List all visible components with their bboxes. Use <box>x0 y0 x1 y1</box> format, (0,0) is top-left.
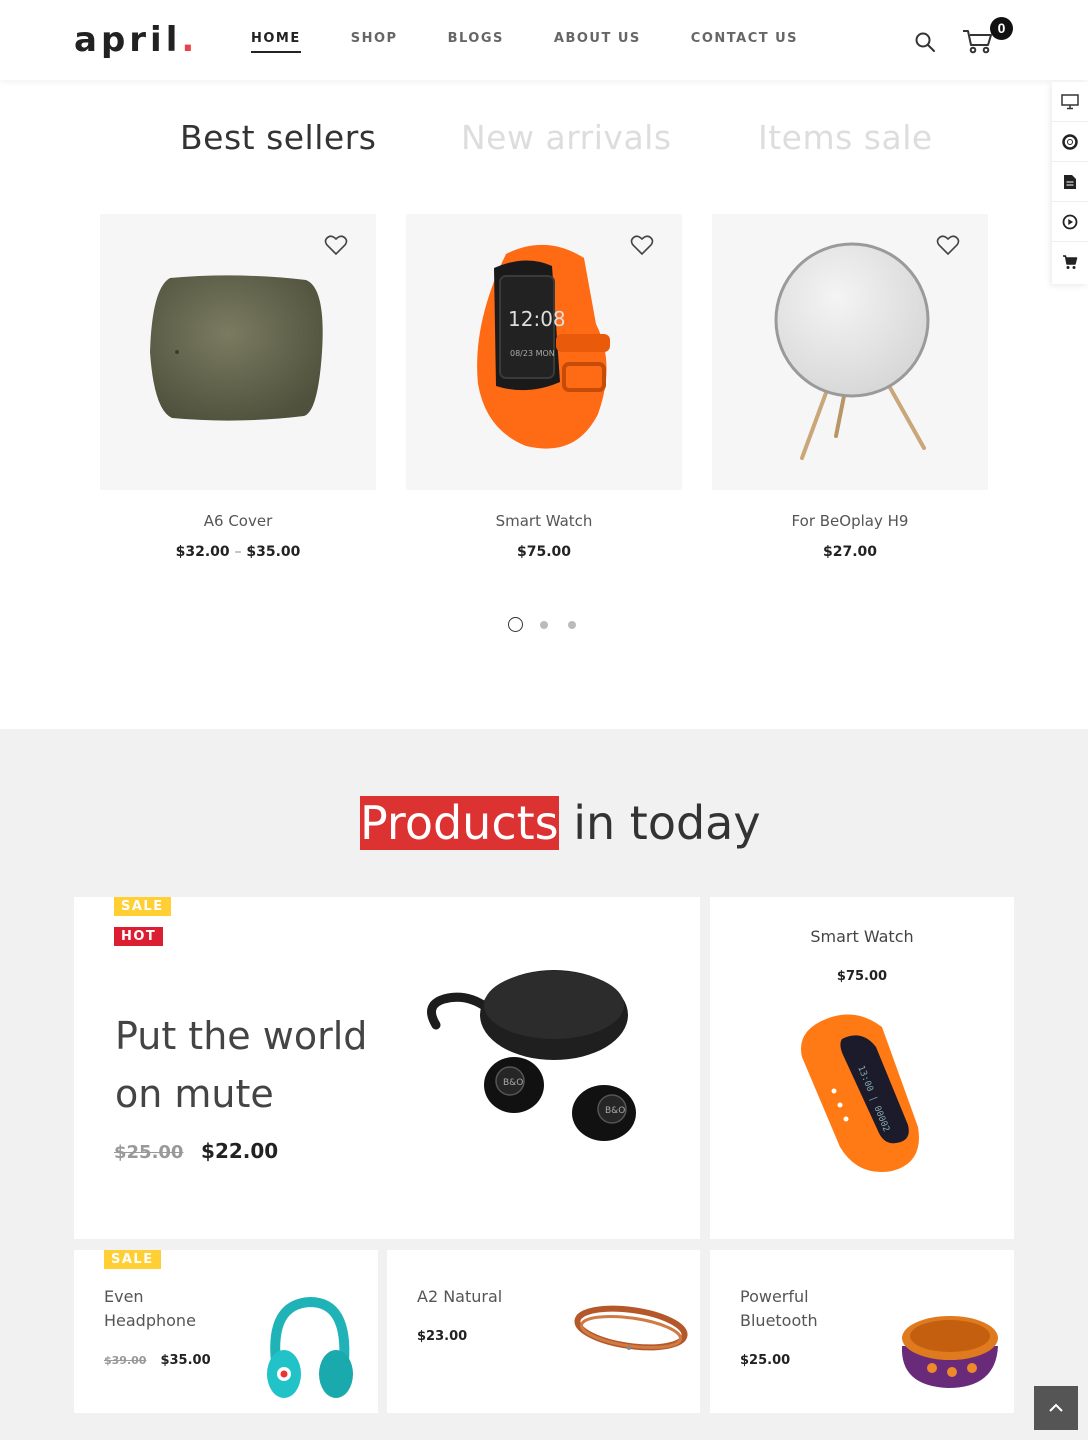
small-product-name[interactable]: Even Headphone <box>104 1285 196 1333</box>
chevron-up-icon <box>1049 1403 1063 1412</box>
earphones-image: B&O B&O <box>427 970 636 1141</box>
nav-shop[interactable]: SHOP <box>351 31 398 53</box>
side-product[interactable]: Smart Watch $75.00 13:00 | 00002 <box>710 897 1014 1239</box>
small-product[interactable]: Powerful Bluetooth $25.00 <box>710 1250 1014 1413</box>
tab-best-sellers[interactable]: Best sellers <box>180 118 376 157</box>
product-image[interactable] <box>100 214 376 490</box>
featured-price: $25.00 $22.00 <box>114 1139 279 1163</box>
small-product-price: $25.00 <box>740 1353 791 1368</box>
carousel-pagination <box>508 617 596 632</box>
main-nav: HOME SHOP BLOGS ABOUT US CONTACT US <box>251 31 848 53</box>
play-icon[interactable] <box>1052 202 1088 242</box>
featured-title[interactable]: Put the world on mute <box>115 1007 415 1123</box>
small-product-name[interactable]: Powerful Bluetooth <box>740 1285 818 1333</box>
product-card[interactable]: For BeOplay H9 $27.00 <box>712 214 988 560</box>
product-image[interactable]: 12:08 08/23 MON <box>406 214 682 490</box>
monitor-icon[interactable] <box>1052 82 1088 122</box>
svg-text:B&O: B&O <box>605 1106 625 1116</box>
heart-icon[interactable] <box>630 234 654 256</box>
side-product-price: $75.00 <box>836 969 888 984</box>
svg-text:08/23 MON: 08/23 MON <box>510 349 555 358</box>
small-product-price: $23.00 <box>417 1329 468 1344</box>
small-product[interactable]: A2 Natural $23.00 <box>387 1250 700 1413</box>
tab-new-arrivals[interactable]: New arrivals <box>461 118 672 157</box>
tab-items-sale[interactable]: Items sale <box>758 118 933 157</box>
small-product-price: $39.00 $35.00 <box>104 1353 211 1368</box>
product-card[interactable]: 12:08 08/23 MON Smart Watch $75.00 <box>406 214 682 560</box>
product-card[interactable]: A6 Cover $32.00 – $35.00 <box>100 214 376 560</box>
cart-count-badge: 0 <box>990 17 1013 40</box>
section-title: Products in today <box>360 796 761 850</box>
product-price: $27.00 <box>822 544 878 560</box>
document-icon[interactable] <box>1052 162 1088 202</box>
product-image[interactable] <box>712 214 988 490</box>
product-name[interactable]: For BeOplay H9 <box>712 512 988 530</box>
fitness-band-image: 13:00 | 00002 <box>801 1014 919 1172</box>
heart-icon[interactable] <box>936 234 960 256</box>
side-product-name[interactable]: Smart Watch <box>710 927 1014 946</box>
carousel-dot[interactable] <box>568 620 576 629</box>
brand-logo[interactable]: april. <box>74 20 198 60</box>
featured-product[interactable]: SALE HOT Put the world on mute $25.00 $2… <box>74 897 700 1239</box>
small-product[interactable]: SALE Even Headphone $39.00 $35.00 <box>74 1250 378 1413</box>
product-price: $75.00 <box>516 544 572 560</box>
products-today-section: Products in today SALE HOT Put the world… <box>0 729 1088 1440</box>
sale-badge: SALE <box>114 897 171 916</box>
nav-home[interactable]: HOME <box>251 31 301 53</box>
search-icon[interactable] <box>913 30 937 54</box>
nav-contact-us[interactable]: CONTACT US <box>691 31 798 53</box>
svg-text:B&O: B&O <box>503 1078 523 1088</box>
nav-about-us[interactable]: ABOUT US <box>554 31 641 53</box>
product-tabs: Best sellers New arrivals Items sale <box>0 118 1088 162</box>
nav-blogs[interactable]: BLOGS <box>448 31 504 53</box>
hot-badge: HOT <box>114 927 164 946</box>
lifebuoy-icon[interactable] <box>1052 122 1088 162</box>
product-name[interactable]: A6 Cover <box>100 512 376 530</box>
product-price: $32.00 – $35.00 <box>175 544 301 560</box>
small-product-name[interactable]: A2 Natural <box>417 1285 502 1309</box>
side-tool-panel <box>1052 82 1088 284</box>
site-header: april. HOME SHOP BLOGS ABOUT US CONTACT … <box>0 0 1088 80</box>
leather-strap-image <box>574 1305 688 1351</box>
cart-icon[interactable] <box>1052 242 1088 282</box>
sale-badge: SALE <box>104 1250 161 1269</box>
product-name[interactable]: Smart Watch <box>406 512 682 530</box>
headphone-image <box>267 1296 353 1398</box>
heart-icon[interactable] <box>324 234 348 256</box>
bluetooth-speaker-image <box>901 1316 998 1388</box>
scroll-to-top-button[interactable] <box>1034 1386 1078 1430</box>
carousel-dot[interactable] <box>540 620 548 629</box>
carousel-dot[interactable] <box>508 617 523 632</box>
svg-text:12:08: 12:08 <box>508 307 566 331</box>
